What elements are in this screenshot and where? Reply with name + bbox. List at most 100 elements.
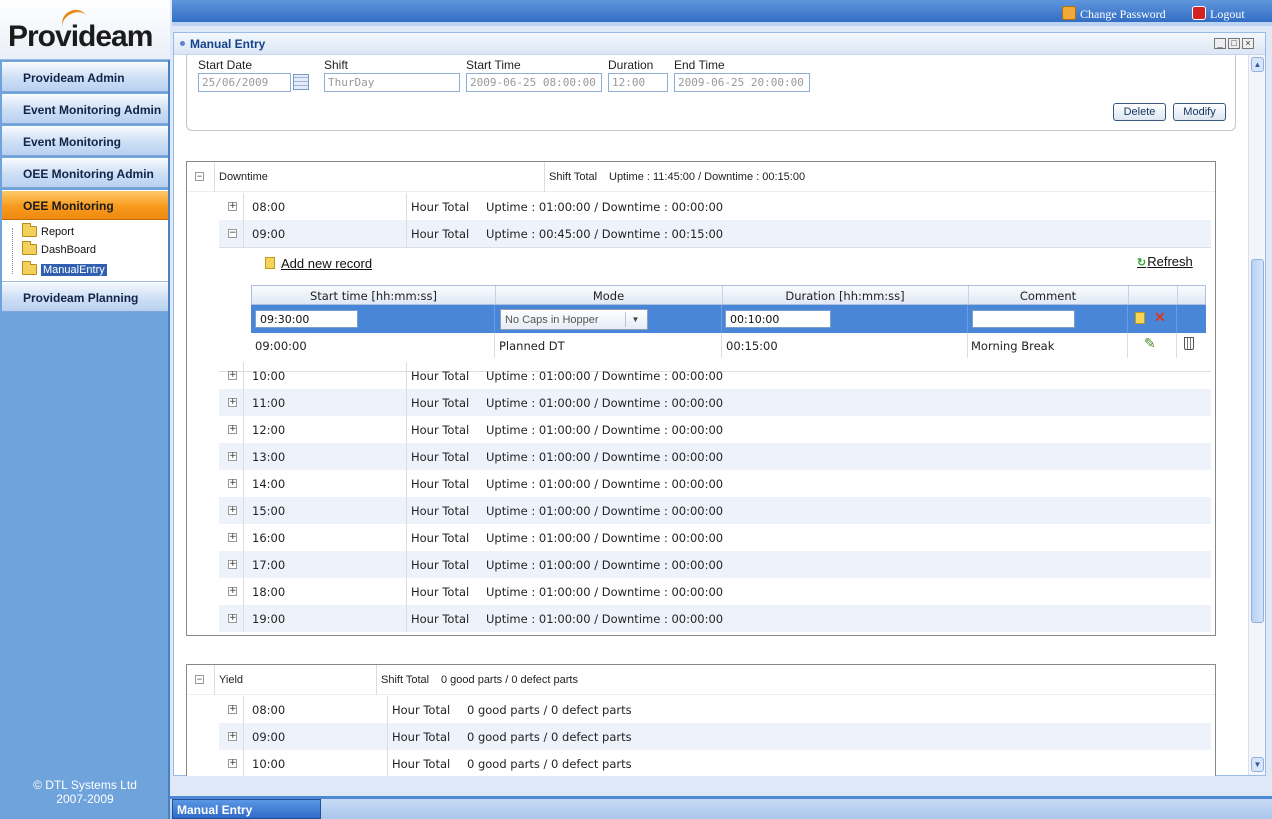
start-time-input[interactable]: 09:30:00 xyxy=(255,310,358,328)
comment-input[interactable] xyxy=(972,310,1075,328)
expand-icon[interactable]: + xyxy=(228,425,237,434)
taskbar-tab-manual-entry[interactable]: Manual Entry xyxy=(172,799,321,819)
calendar-icon[interactable] xyxy=(293,74,309,90)
hour-total-value: 0 good parts / 0 defect parts xyxy=(467,703,632,717)
duration-field[interactable]: 12:00 xyxy=(608,73,668,92)
manual-entry-panel: Manual Entry _ □ × ▲ ▼ Start Date 25/06/… xyxy=(173,32,1266,777)
refresh-link[interactable]: ↻Refresh xyxy=(1137,254,1193,269)
hour-total-label: Hour Total xyxy=(411,450,470,464)
downtime-title: Downtime xyxy=(219,171,268,183)
mode-select-value: No Caps in Hopper xyxy=(505,314,599,326)
scrollbar-thumb[interactable] xyxy=(1251,259,1264,623)
nav-provideam-planning[interactable]: Provideam Planning xyxy=(2,282,168,312)
hour-row-09: − 09:00 Hour Total Uptime : 00:45:00 / Down… xyxy=(219,220,1211,247)
change-password-link[interactable]: Change Password xyxy=(1062,6,1166,22)
tree-item-manualentry[interactable]: ManualEntry xyxy=(22,261,107,278)
panel-title: Manual Entry xyxy=(190,37,266,51)
hour-total-value: Uptime : 01:00:00 / Downtime : 00:00:00 xyxy=(486,558,724,572)
folder-icon xyxy=(22,261,37,275)
minimize-icon[interactable]: _ xyxy=(1214,38,1226,49)
logout-link[interactable]: Logout xyxy=(1192,6,1245,22)
col-comment[interactable]: Comment xyxy=(968,289,1128,303)
add-new-record-link[interactable]: Add new record xyxy=(265,256,372,271)
divider xyxy=(406,470,407,497)
close-icon[interactable]: × xyxy=(1242,38,1254,49)
logo: Provideam xyxy=(0,0,170,60)
delete-button[interactable]: Delete xyxy=(1113,103,1166,121)
nav-event-monitoring-admin[interactable]: Event Monitoring Admin xyxy=(2,94,168,124)
divider xyxy=(243,605,244,632)
end-time-field[interactable]: 2009-06-25 20:00:00 xyxy=(674,73,810,92)
save-icon[interactable] xyxy=(1135,312,1145,324)
expand-icon[interactable]: + xyxy=(228,398,237,407)
divider xyxy=(406,362,407,389)
scroll-up-icon[interactable]: ▲ xyxy=(1251,57,1264,72)
trash-icon[interactable] xyxy=(1184,337,1194,350)
divider xyxy=(243,443,244,470)
expand-icon[interactable]: + xyxy=(228,732,237,741)
expand-icon[interactable]: + xyxy=(228,560,237,569)
hour-total-value: Uptime : 01:00:00 / Downtime : 00:00:00 xyxy=(486,612,724,626)
start-time-field[interactable]: 2009-06-25 08:00:00 xyxy=(466,73,602,92)
nav-oee-monitoring-admin[interactable]: OEE Monitoring Admin xyxy=(2,158,168,188)
hour-total-label: Hour Total xyxy=(392,730,451,744)
divider xyxy=(721,305,722,333)
hour-total-value: Uptime : 01:00:00 / Downtime : 00:00:00 xyxy=(486,200,724,214)
hour-time: 13:00 xyxy=(252,450,286,464)
expand-icon[interactable]: + xyxy=(228,614,237,623)
chevron-down-icon[interactable]: ▼ xyxy=(625,312,645,327)
divider xyxy=(967,305,968,333)
expand-icon[interactable]: + xyxy=(228,479,237,488)
start-date-field[interactable]: 25/06/2009 xyxy=(198,73,291,92)
expand-icon[interactable]: + xyxy=(228,452,237,461)
hour-row-19: +19:00 Hour Total Uptime : 01:00:00 / Down… xyxy=(219,605,1211,632)
divider xyxy=(243,389,244,416)
cancel-icon[interactable]: ✕ xyxy=(1154,309,1166,326)
expand-icon[interactable]: + xyxy=(228,759,237,768)
expand-icon[interactable]: + xyxy=(228,506,237,515)
divider xyxy=(243,524,244,551)
nav-oee-monitoring[interactable]: OEE Monitoring xyxy=(2,190,168,220)
tree-item-dashboard[interactable]: DashBoard xyxy=(22,241,96,258)
col-start-time[interactable]: Start time [hh:mm:ss] xyxy=(252,289,495,303)
mode-select[interactable]: No Caps in Hopper ▼ xyxy=(500,309,648,330)
scroll-down-icon[interactable]: ▼ xyxy=(1251,757,1264,772)
collapse-icon[interactable]: − xyxy=(195,675,204,684)
collapse-icon[interactable]: − xyxy=(195,172,204,181)
vertical-scrollbar[interactable]: ▲ ▼ xyxy=(1248,55,1265,775)
hour-total-label: Hour Total xyxy=(411,477,470,491)
expand-icon[interactable]: + xyxy=(228,371,237,380)
shift-total-value: 0 good parts / 0 defect parts xyxy=(441,674,578,686)
top-bar: Change Password Logout xyxy=(172,0,1272,26)
edit-pencil-icon[interactable]: ✎ xyxy=(1144,336,1156,352)
hour-time: 10:00 xyxy=(252,757,286,771)
col-duration[interactable]: Duration [hh:mm:ss] xyxy=(722,289,968,303)
tree-item-report[interactable]: Report xyxy=(22,223,75,240)
hour-time: 08:00 xyxy=(252,200,286,214)
downtime-record-row[interactable]: 09:00:00 Planned DT 00:15:00 Morning Bre… xyxy=(251,333,1206,358)
expand-icon[interactable]: + xyxy=(228,533,237,542)
divider xyxy=(1177,286,1178,304)
divider xyxy=(387,696,388,723)
col-mode[interactable]: Mode xyxy=(495,289,722,303)
hour-total-label: Hour Total xyxy=(411,200,470,214)
power-icon xyxy=(1192,6,1206,20)
hour-time: 12:00 xyxy=(252,423,286,437)
hour-time: 10:00 xyxy=(252,369,286,383)
tree-item-label: Report xyxy=(41,226,75,238)
maximize-icon[interactable]: □ xyxy=(1228,38,1240,49)
expand-icon[interactable]: + xyxy=(228,587,237,596)
hour-total-label: Hour Total xyxy=(411,396,470,410)
nav-event-monitoring[interactable]: Event Monitoring xyxy=(2,126,168,156)
expand-icon[interactable]: + xyxy=(228,202,237,211)
duration-input[interactable]: 00:10:00 xyxy=(725,310,831,328)
collapse-icon[interactable]: − xyxy=(228,229,237,238)
modify-button[interactable]: Modify xyxy=(1173,103,1226,121)
shift-field[interactable]: ThurDay xyxy=(324,73,460,92)
nav-provideam-admin[interactable]: Provideam Admin xyxy=(2,62,168,92)
divider xyxy=(387,750,388,777)
hour-total-value: 0 good parts / 0 defect parts xyxy=(467,730,632,744)
divider xyxy=(1127,333,1128,358)
shift-total-value: Uptime : 11:45:00 / Downtime : 00:15:00 xyxy=(609,171,806,183)
expand-icon[interactable]: + xyxy=(228,705,237,714)
